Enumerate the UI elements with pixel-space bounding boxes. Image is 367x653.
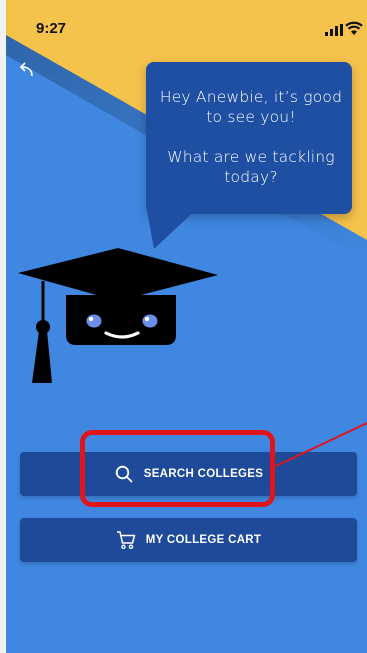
search-colleges-button[interactable]: SEARCH COLLEGES <box>20 452 357 496</box>
screenshot-frame: 9:27 Hey Anewbie, it’s good to see you! … <box>0 0 367 653</box>
signal-bars-icon <box>325 24 343 36</box>
college-cart-label: MY COLLEGE CART <box>145 534 262 546</box>
search-colleges-label: SEARCH COLLEGES <box>143 468 264 480</box>
greeting-line-2: What are we tackling today? <box>167 148 335 186</box>
search-icon <box>115 465 133 483</box>
app-screen: 9:27 Hey Anewbie, it’s good to see you! … <box>6 0 367 653</box>
college-cart-button[interactable]: MY COLLEGE CART <box>20 518 357 562</box>
status-bar: 9:27 <box>6 0 367 52</box>
greeting-line-1: Hey Anewbie, it’s good to see you! <box>159 88 343 126</box>
graduation-cap-mascot <box>18 248 218 383</box>
cart-icon <box>116 531 136 550</box>
greeting-text: Hey Anewbie, it’s good to see you! What … <box>156 87 346 207</box>
back-arrow-icon[interactable] <box>16 60 38 82</box>
status-time: 9:27 <box>36 20 67 37</box>
wifi-icon <box>345 21 363 35</box>
